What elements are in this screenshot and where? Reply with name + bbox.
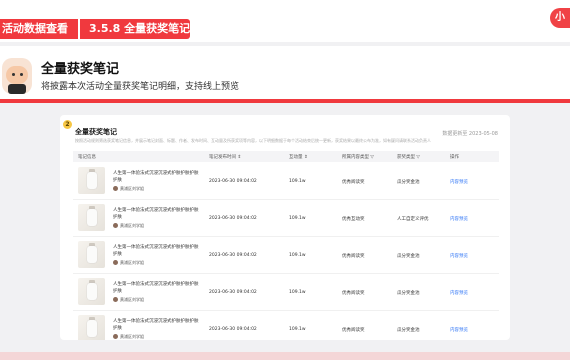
award-type: 瓜分奖金池	[397, 254, 420, 259]
publish-time: 2023-06-30 09:04:02	[209, 179, 257, 184]
note-title: 人生第一体验法式沉浸沉浸式护肤护肤护肤护肤	[113, 245, 199, 257]
note-author: 黄浦区刘学姐	[120, 186, 144, 191]
card-title: 全量获奖笔记	[75, 128, 117, 136]
note-title: 人生第一体验法式沉浸沉浸式护肤护肤护肤护肤	[113, 282, 199, 294]
mascot-body	[8, 84, 26, 94]
interaction-count: 109.1w	[289, 216, 306, 221]
column-header-time[interactable]: 笔记发布时间 ⇕	[209, 154, 241, 160]
note-title: 人生第一体验法式沉浸沉浸式护肤护肤护肤护肤	[113, 208, 199, 220]
preview-link[interactable]: 内容预览	[450, 290, 468, 296]
brand-logo: 小	[550, 8, 570, 28]
category-tag: 活动数据查看	[0, 19, 78, 39]
publish-time: 2023-06-30 09:04:02	[209, 253, 257, 258]
data-updated-date: 数据更新至 2023-05-08	[442, 131, 498, 137]
note-thumbnail[interactable]	[78, 204, 105, 231]
awarded-notes-card: 2 全量获奖笔记 按照活动规则筛选获奖笔记信息，并展示笔记封面、标题、作者、发布…	[60, 115, 510, 340]
product-bottle	[87, 209, 97, 226]
content-type: 优秀阅读奖	[342, 328, 365, 333]
column-header-note: 笔记信息	[78, 155, 96, 160]
note-thumbnail[interactable]	[78, 167, 105, 194]
bottom-accent	[0, 352, 570, 360]
table-row: 人生第一体验法式沉浸沉浸式护肤护肤护肤护肤 黄浦区刘学姐 2023-06-30 …	[73, 200, 499, 237]
interaction-count: 109.1w	[289, 327, 306, 332]
note-author: 黄浦区刘学姐	[120, 260, 144, 265]
card-description: 按照活动规则筛选获奖笔记信息，并展示笔记封面、标题、作者、发布时间、互动量及所获…	[75, 138, 431, 143]
award-type: 瓜分奖金池	[397, 291, 420, 296]
interaction-count: 109.1w	[289, 290, 306, 295]
column-header-award[interactable]: 获奖类型 ▽	[397, 154, 420, 160]
table-row: 人生第一体验法式沉浸沉浸式护肤护肤护肤护肤 黄浦区刘学姐 2023-06-30 …	[73, 311, 499, 340]
note-title: 人生第一体验法式沉浸沉浸式护肤护肤护肤护肤	[113, 319, 199, 331]
preview-link[interactable]: 内容预览	[450, 179, 468, 185]
interaction-count: 109.1w	[289, 253, 306, 258]
author-avatar	[113, 297, 118, 302]
note-title: 人生第一体验法式沉浸沉浸式护肤护肤护肤护肤	[113, 171, 199, 183]
award-type: 瓜分奖金池	[397, 328, 420, 333]
step-badge: 2	[63, 120, 72, 129]
table-row: 人生第一体验法式沉浸沉浸式护肤护肤护肤护肤 黄浦区刘学姐 2023-06-30 …	[73, 163, 499, 200]
award-type: 瓜分奖金池	[397, 180, 420, 185]
author-avatar	[113, 186, 118, 191]
product-bottle	[87, 320, 97, 337]
note-author: 黄浦区刘学姐	[120, 223, 144, 228]
note-author: 黄浦区刘学姐	[120, 334, 144, 339]
note-thumbnail[interactable]	[78, 241, 105, 268]
author-avatar	[113, 223, 118, 228]
note-thumbnail[interactable]	[78, 278, 105, 305]
product-bottle	[87, 246, 97, 263]
mascot-eye	[12, 73, 15, 76]
content-type: 优秀阅读奖	[342, 254, 365, 259]
mascot-avatar	[2, 58, 32, 94]
preview-link[interactable]: 内容预览	[450, 253, 468, 259]
product-bottle	[87, 283, 97, 300]
mascot-face	[6, 66, 28, 84]
table-row: 人生第一体验法式沉浸沉浸式护肤护肤护肤护肤 黄浦区刘学姐 2023-06-30 …	[73, 237, 499, 274]
page-title: 全量获奖笔记	[41, 62, 120, 77]
section-tag: 3.5.8 全量获奖笔记	[80, 19, 190, 39]
content-type: 优秀阅读奖	[342, 291, 365, 296]
publish-time: 2023-06-30 09:04:02	[209, 327, 257, 332]
mascot-eye	[20, 73, 23, 76]
column-header-action: 操作	[450, 155, 459, 160]
page-subtitle: 将披露本次活动全量获奖笔记明细，支持线上预览	[41, 82, 240, 92]
table-row: 人生第一体验法式沉浸沉浸式护肤护肤护肤护肤 黄浦区刘学姐 2023-06-30 …	[73, 274, 499, 311]
table-header: 笔记信息 笔记发布时间 ⇕ 互动量 ⇕ 所属内容类型 ▽ 获奖类型 ▽ 操作	[73, 151, 499, 162]
preview-link[interactable]: 内容预览	[450, 327, 468, 333]
publish-time: 2023-06-30 09:04:02	[209, 216, 257, 221]
product-bottle	[87, 172, 97, 189]
divider	[0, 99, 570, 103]
author-avatar	[113, 334, 118, 339]
column-header-interactions[interactable]: 互动量 ⇕	[289, 154, 308, 160]
interaction-count: 109.1w	[289, 179, 306, 184]
award-type: 人工自定义评优	[397, 217, 429, 222]
preview-link[interactable]: 内容预览	[450, 216, 468, 222]
note-thumbnail[interactable]	[78, 315, 105, 340]
content-type: 优秀互动奖	[342, 217, 365, 222]
publish-time: 2023-06-30 09:04:02	[209, 290, 257, 295]
note-author: 黄浦区刘学姐	[120, 297, 144, 302]
author-avatar	[113, 260, 118, 265]
column-header-content-type[interactable]: 所属内容类型 ▽	[342, 154, 374, 160]
content-type: 优秀阅读奖	[342, 180, 365, 185]
